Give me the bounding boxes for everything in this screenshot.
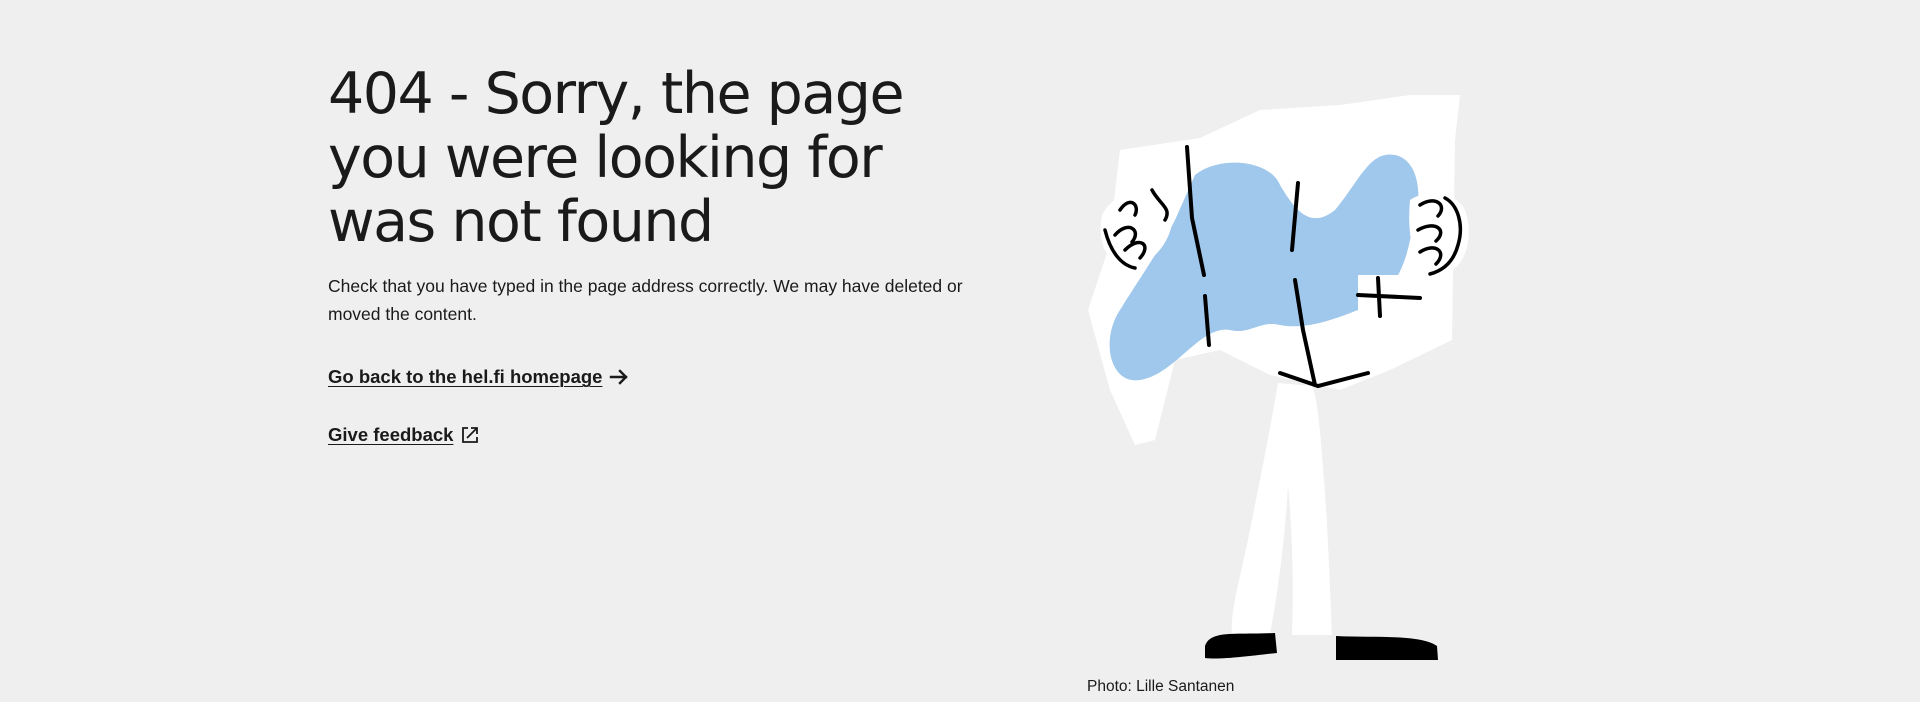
- photo-credit: Photo: Lille Santanen: [1087, 678, 1235, 695]
- feedback-link[interactable]: Give feedback: [328, 424, 968, 446]
- arrow-right-icon: [608, 366, 630, 388]
- error-content: 404 - Sorry, the page you were looking f…: [328, 62, 968, 446]
- error-description: Check that you have typed in the page ad…: [328, 276, 963, 324]
- feedback-link-label: Give feedback: [328, 424, 454, 445]
- external-link-icon: [459, 424, 481, 446]
- homepage-link-label: Go back to the hel.fi homepage: [328, 366, 603, 387]
- person-holding-map-illustration: [1080, 90, 1480, 670]
- homepage-link[interactable]: Go back to the hel.fi homepage: [328, 366, 968, 388]
- page-title: 404 - Sorry, the page you were looking f…: [328, 61, 905, 255]
